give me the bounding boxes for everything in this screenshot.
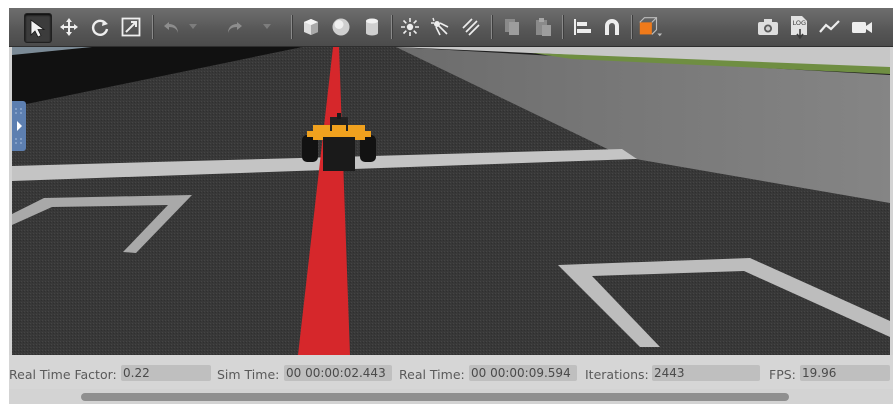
- sphere-shape[interactable]: [328, 13, 354, 41]
- expand-arrow-icon: [15, 108, 22, 144]
- redo-dropdown[interactable]: [261, 13, 273, 41]
- sphere-icon: [332, 18, 350, 36]
- sim-time-label: Sim Time:: [217, 367, 280, 382]
- select-arrow-icon: [30, 19, 46, 38]
- undo-button[interactable]: [159, 13, 185, 41]
- camera-icon: [758, 19, 778, 35]
- paste-button[interactable]: [530, 13, 556, 41]
- scrollbar-thumb[interactable]: [81, 393, 789, 401]
- undo-dropdown[interactable]: [187, 13, 199, 41]
- paste-icon: [536, 18, 551, 36]
- scale-icon: [121, 17, 141, 37]
- select-tool[interactable]: [24, 13, 52, 43]
- real-time-factor-value: 0.22: [121, 365, 211, 381]
- redo-button[interactable]: [221, 13, 247, 41]
- point-light[interactable]: [397, 13, 423, 41]
- snap-tool[interactable]: [599, 13, 625, 41]
- horizontal-scrollbar[interactable]: [9, 389, 893, 404]
- magnet-icon: [605, 19, 619, 35]
- rotate-icon: [91, 19, 109, 36]
- screenshot-button[interactable]: [755, 13, 781, 41]
- directional-light-icon: [462, 18, 480, 36]
- align-icon: [574, 19, 591, 35]
- sim-time-value: 00 00:00:02.443: [284, 365, 392, 381]
- real-time-label: Real Time:: [399, 367, 465, 382]
- view-angle[interactable]: [637, 13, 663, 41]
- align-tool[interactable]: [569, 13, 595, 41]
- gazebo-window: LOG Real Time Factor: 0.22 Sim Time: 00 …: [9, 8, 893, 404]
- move-arrows-icon: [60, 18, 78, 36]
- spot-light[interactable]: [427, 13, 453, 41]
- undo-icon: [164, 22, 178, 33]
- rotate-tool[interactable]: [87, 13, 113, 41]
- directional-light[interactable]: [458, 13, 484, 41]
- fps-value: 19.96: [800, 365, 890, 381]
- log-button[interactable]: LOG: [786, 13, 812, 41]
- plot-icon: [819, 20, 840, 33]
- real-time-factor-label: Real Time Factor:: [9, 367, 117, 382]
- copy-button[interactable]: [499, 13, 525, 41]
- translate-tool[interactable]: [56, 13, 82, 41]
- record-video-button[interactable]: [849, 13, 875, 41]
- point-light-icon: [401, 18, 419, 36]
- iterations-label: Iterations:: [585, 367, 649, 382]
- chevron-down-icon: [263, 24, 271, 29]
- iterations-value: 2443: [652, 365, 760, 381]
- toolbar: LOG: [9, 8, 893, 47]
- panel-toggle-handle[interactable]: [12, 101, 26, 151]
- chevron-down-icon: [189, 24, 197, 29]
- 3d-viewport[interactable]: [12, 47, 890, 355]
- redo-icon: [228, 22, 242, 33]
- copy-icon: [505, 19, 519, 35]
- real-time-value: 00 00:00:09.594: [469, 365, 577, 381]
- status-bar: Real Time Factor: 0.22 Sim Time: 00 00:0…: [9, 355, 893, 389]
- box-shape[interactable]: [297, 13, 323, 41]
- log-icon: LOG: [791, 16, 807, 39]
- plot-button[interactable]: [817, 13, 843, 41]
- simulation-scene: [12, 47, 890, 355]
- fps-label: FPS:: [769, 367, 796, 382]
- svg-text:LOG: LOG: [793, 19, 807, 27]
- scale-tool[interactable]: [118, 13, 144, 41]
- box-icon: [304, 19, 318, 35]
- spot-light-icon: [431, 17, 449, 36]
- cylinder-icon: [366, 18, 378, 36]
- view-cube-icon: [639, 17, 663, 37]
- video-icon: [852, 22, 872, 33]
- cylinder-shape[interactable]: [359, 13, 385, 41]
